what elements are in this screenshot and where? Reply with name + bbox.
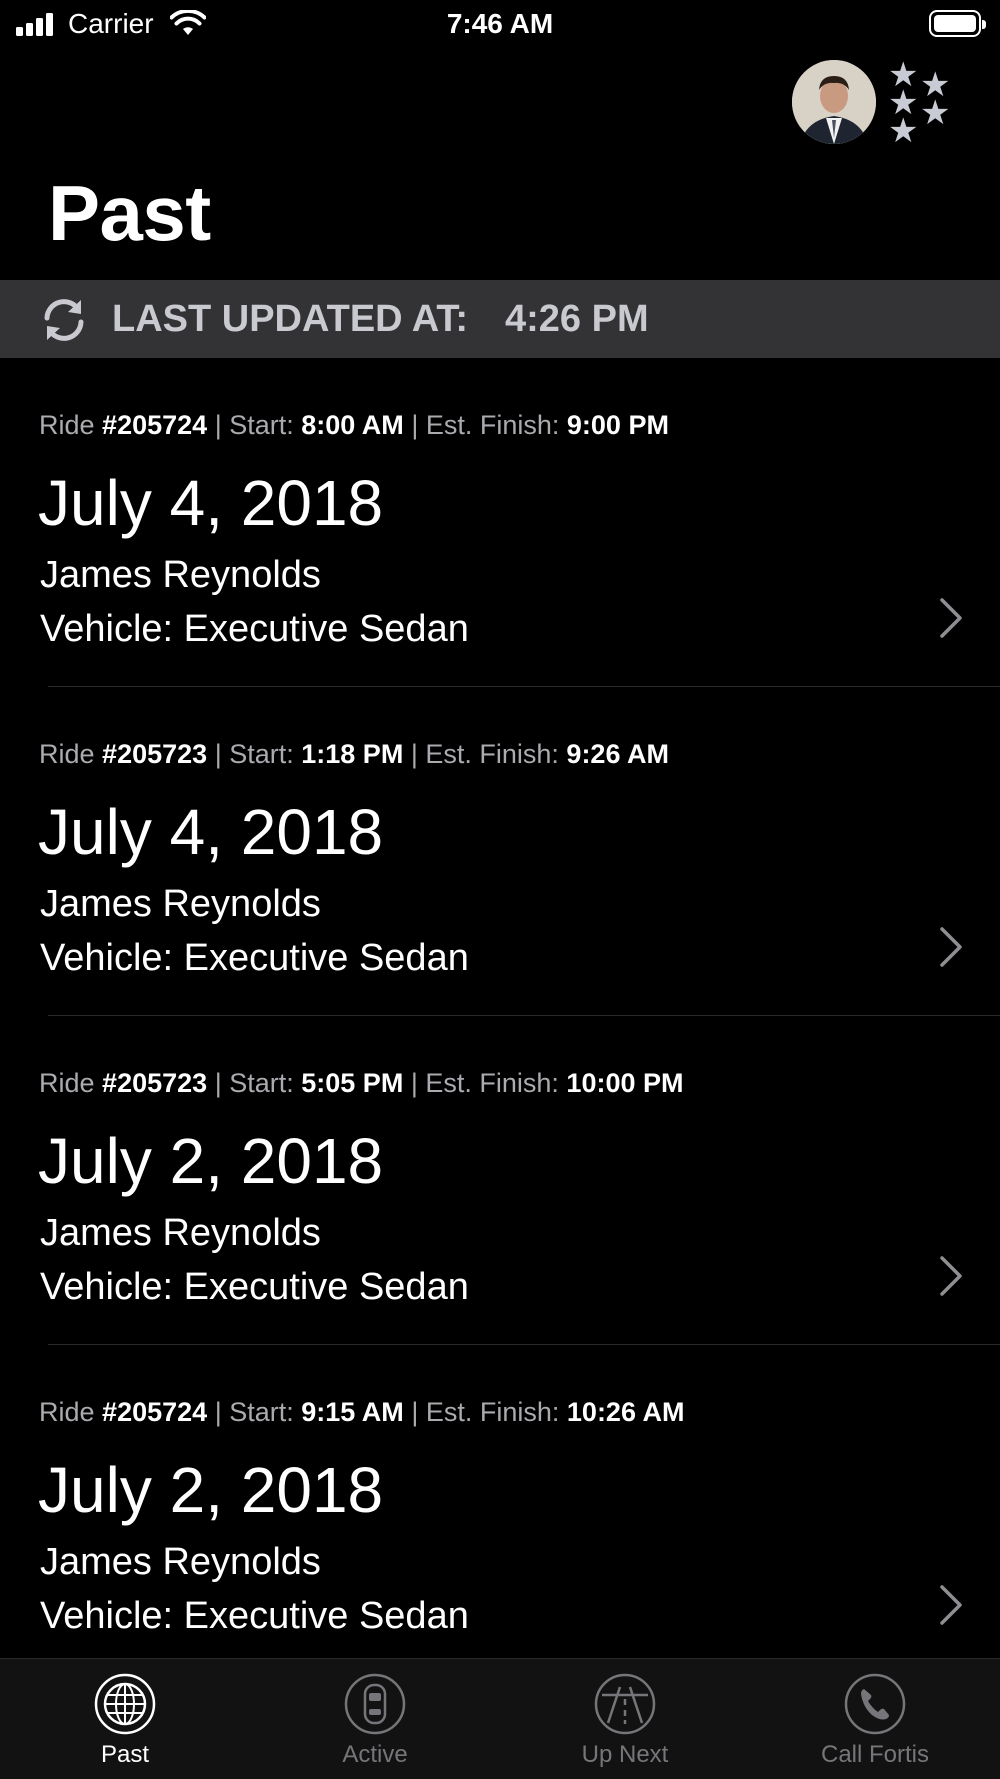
tab-call-fortis[interactable]: Call Fortis [750,1659,1000,1779]
ride-date: July 2, 2018 [38,1125,384,1197]
driver-rating: ★ ★ ★ ★ ★ [888,58,954,148]
phone-icon [844,1673,906,1735]
tab-label: Active [342,1741,408,1768]
battery-icon [929,10,986,37]
vehicle-type: Vehicle: Executive Sedan [40,1595,469,1637]
ride-meta: Ride #205724 | Start: 8:00 AM | Est. Fin… [39,410,669,440]
tab-past[interactable]: Past [0,1659,250,1779]
ride-meta: Ride #205723 | Start: 5:05 PM | Est. Fin… [39,1068,684,1098]
road-icon [594,1673,656,1735]
car-icon [344,1673,406,1735]
ride-list-item[interactable]: Ride #205723 | Start: 1:18 PM | Est. Fin… [0,687,1000,1016]
refresh-icon[interactable] [38,296,90,344]
passenger-name: James Reynolds [40,883,321,925]
chevron-right-icon [940,927,962,967]
ride-list-item[interactable]: Ride #205723 | Start: 5:05 PM | Est. Fin… [0,1016,1000,1345]
last-updated-label: LAST UPDATED AT: [112,298,469,340]
ride-meta: Ride #205723 | Start: 1:18 PM | Est. Fin… [39,739,669,769]
passenger-name: James Reynolds [40,554,321,596]
ride-list-item[interactable]: Ride #205724 | Start: 9:15 AM | Est. Fin… [0,1345,1000,1674]
last-updated-banner[interactable]: LAST UPDATED AT: 4:26 PM [0,280,1000,358]
status-bar: Carrier 7:46 AM [0,0,1000,52]
chevron-right-icon [940,1585,962,1625]
passenger-name: James Reynolds [40,1541,321,1583]
tab-bar: Past Active Up Next Call Fortis [0,1658,1000,1779]
tab-up-next[interactable]: Up Next [500,1659,750,1779]
chevron-right-icon [940,598,962,638]
ride-date: July 2, 2018 [38,1454,384,1526]
status-time: 7:46 AM [446,8,554,39]
passenger-name: James Reynolds [40,1212,321,1254]
tab-label: Past [100,1741,150,1768]
chevron-right-icon [940,1256,962,1296]
tab-active[interactable]: Active [250,1659,500,1779]
ride-meta: Ride #205724 | Start: 9:15 AM | Est. Fin… [39,1397,685,1427]
star-icon: ★ [888,112,919,150]
avatar-photo [792,60,876,144]
star-icon: ★ [920,94,951,132]
avatar[interactable] [792,60,876,144]
vehicle-type: Vehicle: Executive Sedan [40,608,469,650]
vehicle-type: Vehicle: Executive Sedan [40,1266,469,1308]
ride-date: July 4, 2018 [38,796,384,868]
vehicle-type: Vehicle: Executive Sedan [40,937,469,979]
ride-list-item[interactable]: Ride #205724 | Start: 8:00 AM | Est. Fin… [0,358,1000,687]
globe-icon [94,1673,156,1735]
last-updated-time: 4:26 PM [505,298,649,340]
ride-date: July 4, 2018 [38,467,384,539]
tab-label: Up Next [581,1741,669,1768]
tab-label: Call Fortis [820,1741,929,1768]
page-title: Past [48,169,211,257]
